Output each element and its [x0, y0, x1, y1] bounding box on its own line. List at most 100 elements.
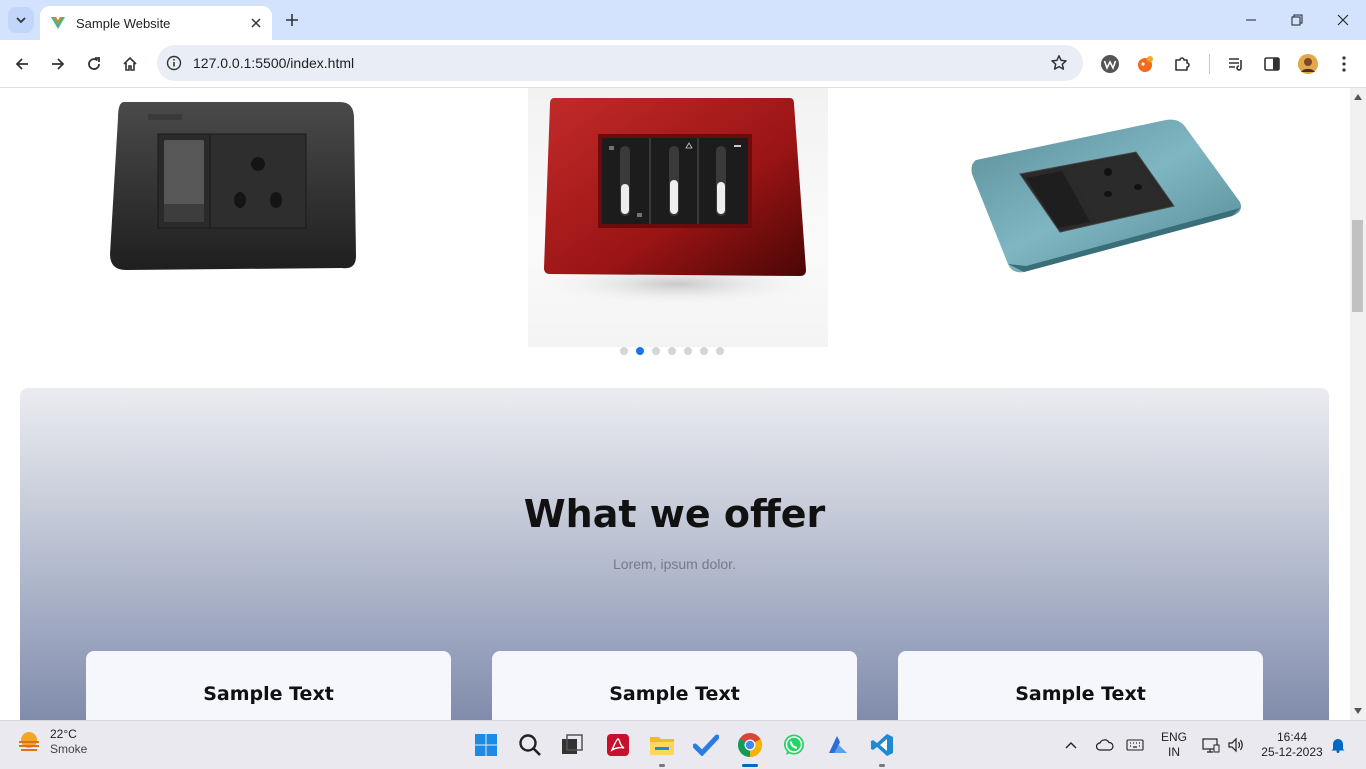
carousel-slide-black-plate	[110, 102, 356, 270]
onedrive-button[interactable]	[1090, 729, 1120, 761]
carousel-dot-active[interactable]	[636, 347, 644, 355]
whatsapp-icon	[784, 734, 804, 755]
vscode-icon	[871, 734, 893, 756]
site-info-button[interactable]	[163, 52, 185, 74]
close-window-button[interactable]	[1320, 6, 1366, 34]
file-explorer-icon	[650, 737, 674, 755]
forward-button[interactable]	[44, 50, 72, 78]
start-icon	[475, 734, 497, 756]
minimize-icon	[1246, 19, 1256, 21]
scroll-thumb[interactable]	[1352, 220, 1363, 312]
language-code: ENG	[1160, 730, 1187, 744]
close-tab-button[interactable]	[246, 13, 266, 33]
show-hidden-icons-button[interactable]	[1056, 729, 1086, 761]
extension-orange-button[interactable]	[1132, 50, 1160, 78]
taskbar-azure-data-studio[interactable]	[822, 729, 854, 761]
arrow-right-icon	[52, 58, 65, 70]
side-panel-button[interactable]	[1258, 50, 1286, 78]
extension-wappalyzer-button[interactable]	[1096, 50, 1124, 78]
start-button[interactable]	[470, 729, 502, 761]
carousel-dot[interactable]	[700, 347, 708, 355]
offer-card[interactable]: Sample Text	[898, 651, 1263, 720]
active-tab[interactable]: Sample Website	[40, 6, 272, 40]
carousel-dot[interactable]	[668, 347, 676, 355]
new-tab-button[interactable]	[280, 8, 304, 32]
taskbar-file-explorer[interactable]	[646, 729, 678, 761]
offer-card[interactable]: Sample Text	[492, 651, 857, 720]
touch-keyboard-button[interactable]	[1120, 729, 1150, 761]
plus-icon	[286, 14, 298, 26]
bell-icon	[1331, 739, 1345, 753]
bookmark-button[interactable]	[1047, 51, 1071, 75]
back-button[interactable]	[8, 50, 36, 78]
tab-strip: Sample Website	[0, 0, 1366, 40]
network-button[interactable]	[1197, 729, 1225, 761]
haze-sun-icon	[19, 732, 39, 751]
extensions-button[interactable]	[1168, 50, 1196, 78]
chevron-down-icon	[16, 17, 26, 24]
tab-title: Sample Website	[76, 15, 171, 31]
search-icon	[519, 734, 541, 756]
weather-widget[interactable]: 22°C Smoke	[16, 727, 87, 757]
taskbar-acrobat[interactable]	[602, 729, 634, 761]
cloud-icon	[1096, 739, 1114, 751]
azure-data-studio-icon	[829, 736, 847, 753]
clock-date: 25-12-2023	[1261, 745, 1323, 759]
reload-button[interactable]	[80, 50, 108, 78]
carousel-dot[interactable]	[684, 347, 692, 355]
section-title: What we offer	[523, 492, 826, 536]
more-vertical-icon	[1342, 56, 1346, 72]
scroll-up-arrow[interactable]	[1353, 92, 1363, 102]
wappalyzer-icon	[1101, 55, 1119, 73]
profile-avatar[interactable]	[1294, 50, 1322, 78]
carousel-dot[interactable]	[620, 347, 628, 355]
windows-taskbar: 22°C Smoke ENG IN 16:44 25-12-2023	[0, 720, 1366, 769]
task-view-icon	[562, 734, 583, 754]
restore-button[interactable]	[1274, 6, 1320, 34]
taskbar-vscode[interactable]	[866, 729, 898, 761]
extension-orange-icon	[1138, 56, 1153, 72]
carousel-dots	[620, 347, 724, 355]
minimize-button[interactable]	[1228, 6, 1274, 34]
offer-card[interactable]: Sample Text	[86, 651, 451, 720]
media-queue-icon	[1229, 58, 1242, 71]
reload-icon	[88, 57, 100, 70]
chrome-icon	[738, 733, 763, 757]
avatar-icon	[1298, 54, 1318, 74]
taskbar-chrome[interactable]	[734, 729, 766, 761]
active-app-indicator	[742, 764, 758, 767]
taskbar-todo[interactable]	[690, 729, 722, 761]
weather-condition: Smoke	[50, 742, 88, 756]
page-scrollbar[interactable]	[1350, 88, 1366, 720]
clock[interactable]: 16:44 25-12-2023	[1256, 730, 1328, 760]
card-title: Sample Text	[609, 683, 740, 705]
tab-search-button[interactable]	[8, 7, 34, 33]
address-bar[interactable]: 127.0.0.1:5500/index.html	[157, 45, 1083, 81]
volume-button[interactable]	[1222, 729, 1250, 761]
carousel-dot[interactable]	[652, 347, 660, 355]
home-icon	[123, 56, 137, 71]
language-indicator[interactable]: ENG IN	[1158, 730, 1190, 760]
scroll-down-arrow[interactable]	[1353, 706, 1363, 716]
task-view-button[interactable]	[556, 729, 588, 761]
arrow-left-icon	[15, 58, 28, 70]
carousel-slide-teal-plate	[971, 119, 1241, 273]
browser-menu-button[interactable]	[1330, 50, 1358, 78]
home-button[interactable]	[116, 50, 144, 78]
notifications-button[interactable]	[1326, 729, 1350, 761]
carousel-slide-red-plate	[528, 88, 828, 347]
taskbar-search-button[interactable]	[514, 729, 546, 761]
star-icon	[1051, 55, 1067, 70]
taskbar-whatsapp[interactable]	[778, 729, 810, 761]
close-icon	[251, 18, 261, 28]
card-title: Sample Text	[203, 683, 334, 705]
running-indicator	[879, 764, 885, 767]
url-text[interactable]: 127.0.0.1:5500/index.html	[193, 55, 1047, 71]
carousel-dot[interactable]	[716, 347, 724, 355]
speaker-icon	[1228, 737, 1243, 753]
reading-list-button[interactable]	[1222, 50, 1250, 78]
puzzle-icon	[1175, 57, 1190, 71]
side-panel-icon	[1264, 57, 1280, 71]
product-carousel[interactable]	[0, 88, 1350, 388]
toolbar-divider	[1209, 54, 1210, 74]
